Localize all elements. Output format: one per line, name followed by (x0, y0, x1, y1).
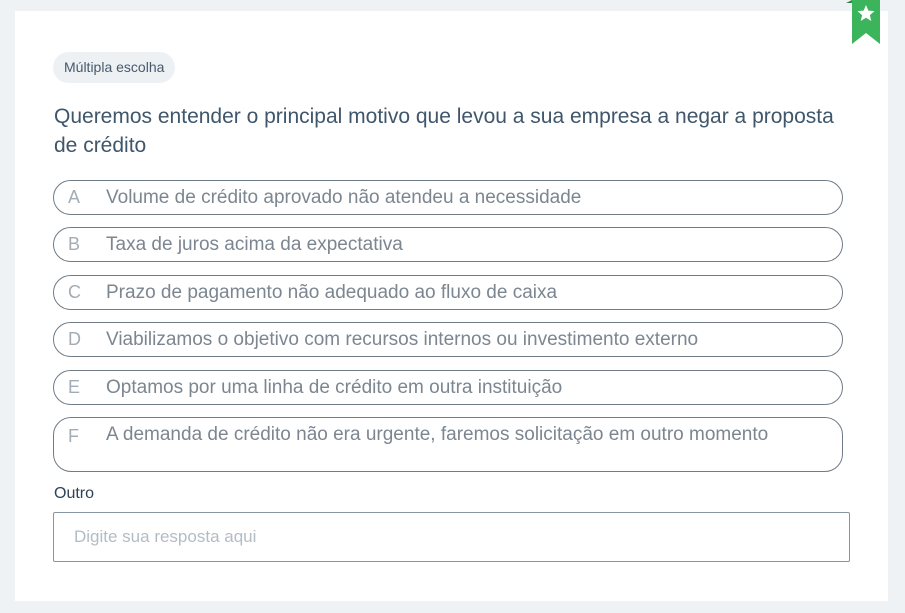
other-answer-input[interactable] (53, 512, 850, 562)
option-b[interactable]: B Taxa de juros acima da expectativa (53, 227, 843, 262)
option-f[interactable]: F A demanda de crédito não era urgente, … (53, 417, 843, 472)
question-type-badge: Múltipla escolha (53, 52, 176, 83)
option-letter: A (68, 187, 81, 207)
option-label: Volume de crédito aprovado não atendeu a… (106, 187, 582, 208)
option-label: Taxa de juros acima da expectativa (106, 234, 403, 255)
question-title: Queremos entender o principal motivo que… (54, 105, 834, 157)
option-label: Viabilizamos o objetivo com recursos int… (106, 329, 699, 350)
option-label: Optamos por uma linha de crédito em outr… (106, 377, 563, 398)
option-letter: E (68, 377, 81, 397)
option-label: A demanda de crédito não era urgente, fa… (106, 424, 769, 445)
option-label: Prazo de pagamento não adequado ao fluxo… (106, 282, 558, 303)
option-e[interactable]: E Optamos por uma linha de crédito em ou… (53, 370, 843, 405)
other-label: Outro (54, 485, 95, 502)
option-d[interactable]: D Viabilizamos o objetivo com recursos i… (53, 322, 843, 357)
option-letter: C (68, 282, 81, 302)
option-letter: B (68, 234, 81, 254)
option-c[interactable]: C Prazo de pagamento não adequado ao flu… (53, 275, 843, 310)
bookmark-star-icon[interactable] (846, 0, 882, 46)
option-a[interactable]: A Volume de crédito aprovado não atendeu… (53, 180, 843, 215)
option-letter: D (68, 329, 81, 349)
option-letter: F (68, 426, 79, 446)
